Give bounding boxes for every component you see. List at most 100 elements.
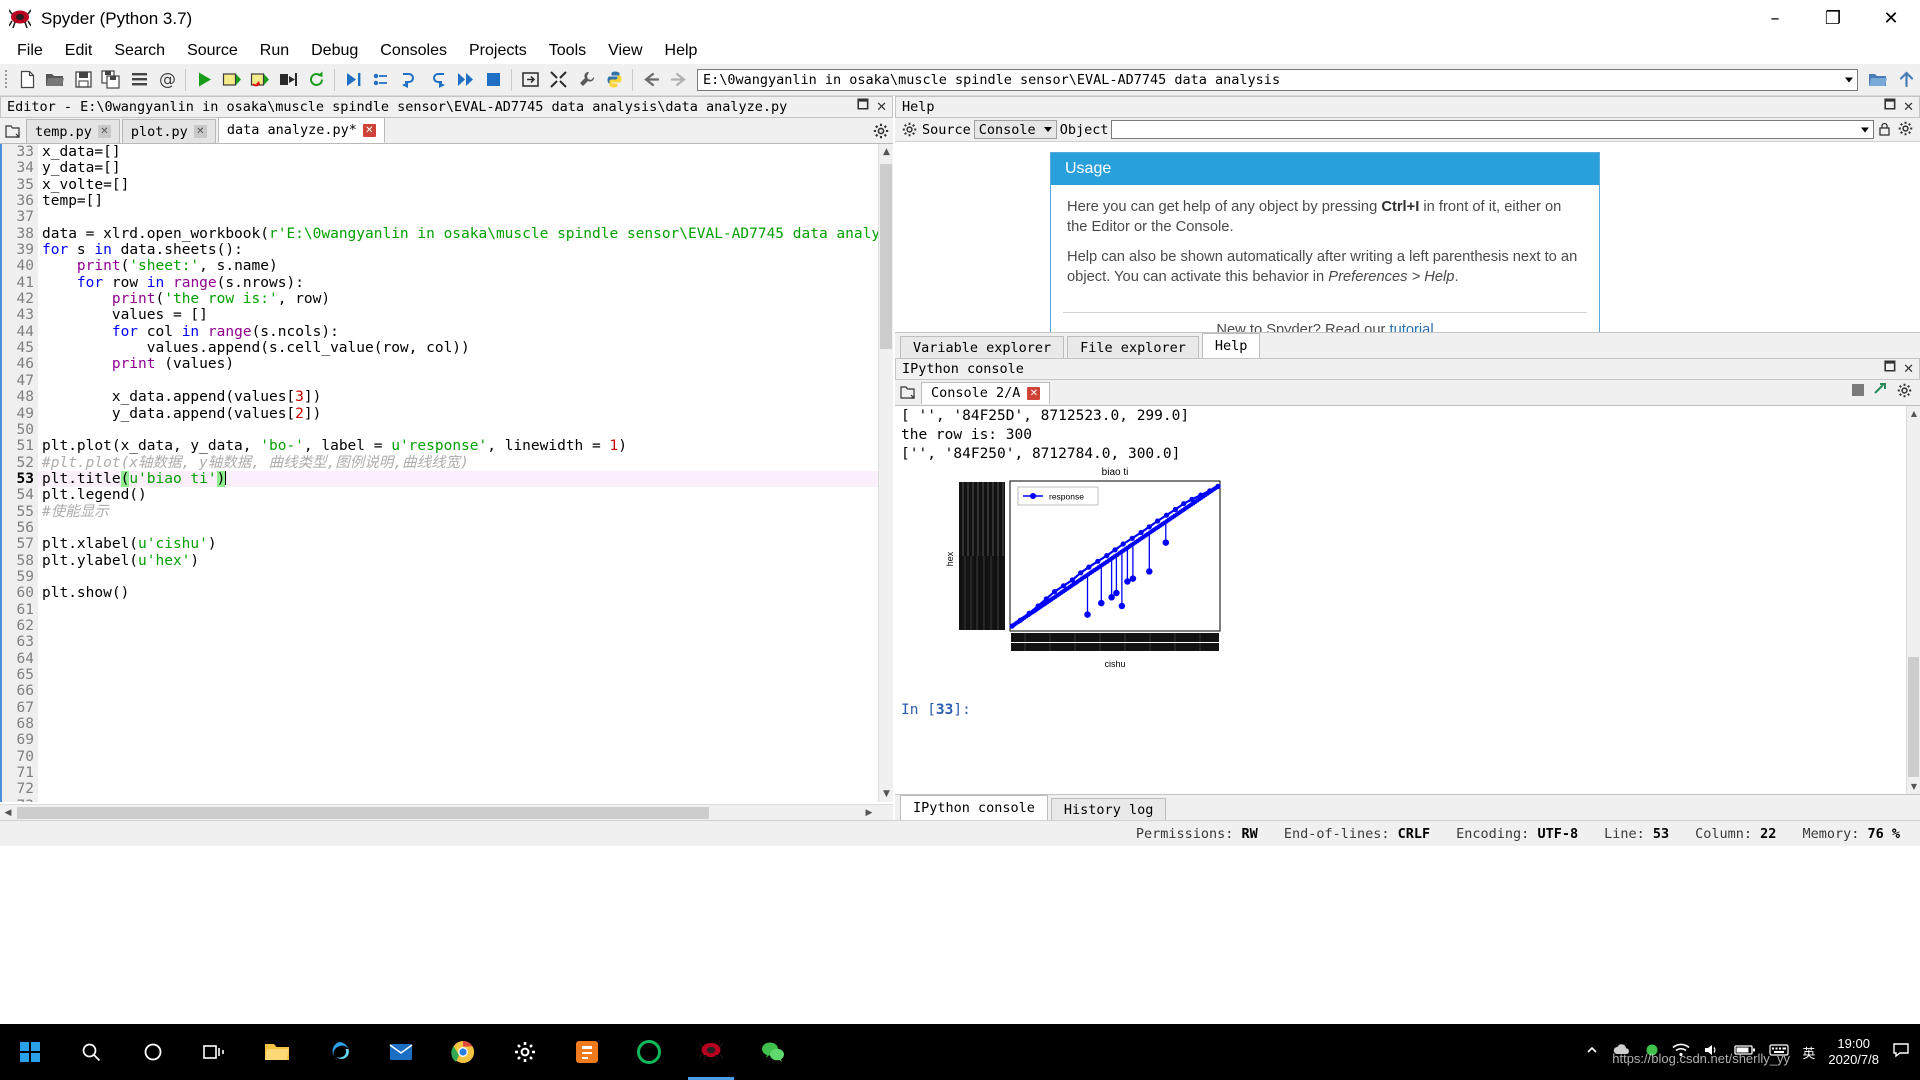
- scroll-left-icon[interactable]: ◀: [0, 805, 16, 821]
- scroll-down-icon[interactable]: ▼: [1907, 779, 1920, 794]
- mail-icon[interactable]: [370, 1024, 432, 1080]
- options-gear-icon[interactable]: [1898, 121, 1916, 139]
- settings-icon[interactable]: [494, 1024, 556, 1080]
- code-line[interactable]: 45 values.append(s.cell_value(row, col)): [2, 340, 893, 356]
- close-icon[interactable]: ✕: [1903, 362, 1914, 377]
- code-line[interactable]: 65: [2, 667, 893, 683]
- task-view-icon[interactable]: [184, 1024, 246, 1080]
- code-line[interactable]: 66: [2, 683, 893, 699]
- code-line[interactable]: 42 print('the row is:', row): [2, 291, 893, 307]
- menu-projects[interactable]: Projects: [458, 40, 538, 62]
- tab-variable-explorer[interactable]: Variable explorer: [900, 336, 1064, 358]
- editor-horizontal-scrollbar[interactable]: ◀ ▶: [0, 804, 893, 820]
- console-output[interactable]: [ '', '84F25D', 8712523.0, 299.0] the ro…: [895, 406, 1920, 794]
- code-line[interactable]: 73: [2, 798, 893, 802]
- menu-run[interactable]: Run: [249, 40, 300, 62]
- code-line[interactable]: 68: [2, 716, 893, 732]
- console-vertical-scrollbar[interactable]: ▲ ▼: [1906, 406, 1920, 794]
- menu-edit[interactable]: Edit: [54, 40, 104, 62]
- code-line[interactable]: 35x_volte=[]: [2, 177, 893, 193]
- browse-tabs-icon[interactable]: [895, 381, 921, 405]
- code-line[interactable]: 44 for col in range(s.ncols):: [2, 324, 893, 340]
- close-icon[interactable]: ✕: [363, 124, 376, 137]
- gear-icon[interactable]: [899, 120, 919, 140]
- code-editor[interactable]: 33x_data=[]34y_data=[]35x_volte=[]36temp…: [0, 144, 893, 802]
- scroll-right-icon[interactable]: ▶: [861, 805, 877, 821]
- editor-tab-plot-py[interactable]: plot.py ✕: [122, 119, 216, 143]
- code-line[interactable]: 54plt.legend(): [2, 487, 893, 503]
- notification-icon[interactable]: [1892, 1042, 1910, 1063]
- code-line[interactable]: 40 print('sheet:', s.name): [2, 258, 893, 274]
- close-icon[interactable]: ✕: [1903, 100, 1914, 115]
- pythonpath-icon[interactable]: [600, 66, 628, 94]
- back-arrow-icon[interactable]: [637, 66, 665, 94]
- code-line[interactable]: 69: [2, 732, 893, 748]
- scroll-down-icon[interactable]: ▼: [879, 786, 894, 802]
- tab-file-explorer[interactable]: File explorer: [1067, 336, 1199, 358]
- menu-source[interactable]: Source: [176, 40, 249, 62]
- windows-start-icon[interactable]: [0, 1024, 60, 1080]
- scroll-up-icon[interactable]: ▲: [1907, 406, 1920, 421]
- code-line[interactable]: 55#使能显示: [2, 504, 893, 520]
- connect-icon[interactable]: [1873, 383, 1889, 402]
- save-all-icon[interactable]: [97, 66, 125, 94]
- code-line[interactable]: 71: [2, 765, 893, 781]
- code-line[interactable]: 33x_data=[]: [2, 144, 893, 160]
- scrollbar-thumb[interactable]: [880, 164, 892, 349]
- save-file-icon[interactable]: [69, 66, 97, 94]
- code-line[interactable]: 51plt.plot(x_data, y_data, 'bo-', label …: [2, 438, 893, 454]
- code-line[interactable]: 58plt.ylabel(u'hex'): [2, 553, 893, 569]
- edge-icon[interactable]: [308, 1024, 370, 1080]
- close-icon[interactable]: ✕: [876, 100, 887, 115]
- find-symbol-icon[interactable]: @: [153, 66, 181, 94]
- code-line[interactable]: 37: [2, 209, 893, 225]
- chrome-icon[interactable]: [432, 1024, 494, 1080]
- tab-ipython-console[interactable]: IPython console: [900, 795, 1048, 820]
- menu-consoles[interactable]: Consoles: [369, 40, 458, 62]
- parent-dir-icon[interactable]: [1892, 66, 1920, 94]
- code-line[interactable]: 39for s in data.sheets():: [2, 242, 893, 258]
- editor-tab-temp-py[interactable]: temp.py ✕: [26, 119, 120, 143]
- gear-icon[interactable]: [869, 119, 893, 143]
- file-explorer-icon[interactable]: [246, 1024, 308, 1080]
- code-line[interactable]: 59: [2, 569, 893, 585]
- open-file-icon[interactable]: [41, 66, 69, 94]
- code-line[interactable]: 60plt.show(): [2, 585, 893, 601]
- re-run-icon[interactable]: [302, 66, 330, 94]
- toolbar-grip[interactable]: [3, 68, 10, 92]
- preferences-icon[interactable]: [572, 66, 600, 94]
- browse-tabs-icon[interactable]: [0, 119, 26, 143]
- spyder-taskbar-icon[interactable]: [680, 1024, 742, 1080]
- code-line[interactable]: 57plt.xlabel(u'cishu'): [2, 536, 893, 552]
- code-line[interactable]: 34y_data=[]: [2, 160, 893, 176]
- code-line[interactable]: 70: [2, 749, 893, 765]
- stop-icon[interactable]: [479, 66, 507, 94]
- menu-help[interactable]: Help: [654, 40, 709, 62]
- working-directory-combo[interactable]: E:\0wangyanlin in osaka\muscle spindle s…: [697, 69, 1858, 91]
- forward-arrow-icon[interactable]: [665, 66, 693, 94]
- code-line[interactable]: 50: [2, 422, 893, 438]
- help-object-input[interactable]: [1111, 120, 1874, 139]
- code-line[interactable]: 49 y_data.append(values[2]): [2, 406, 893, 422]
- code-line[interactable]: 61: [2, 602, 893, 618]
- app-green-icon[interactable]: [618, 1024, 680, 1080]
- run-selection-icon[interactable]: [274, 66, 302, 94]
- code-line[interactable]: 43 values = []: [2, 307, 893, 323]
- code-line[interactable]: 56: [2, 520, 893, 536]
- ime-indicator[interactable]: 英: [1802, 1043, 1815, 1062]
- code-line[interactable]: 48 x_data.append(values[3]): [2, 389, 893, 405]
- undock-icon[interactable]: 🗖: [1884, 96, 1896, 118]
- undock-icon[interactable]: 🗖: [1884, 358, 1896, 380]
- chevron-down-icon[interactable]: [1845, 77, 1853, 82]
- chevron-up-icon[interactable]: [1585, 1043, 1599, 1062]
- browse-folder-icon[interactable]: [1864, 66, 1892, 94]
- stop-icon[interactable]: [1851, 383, 1865, 402]
- tutorial-link[interactable]: tutorial: [1390, 322, 1434, 332]
- fullscreen-icon[interactable]: [544, 66, 572, 94]
- scrollbar-thumb[interactable]: [17, 807, 709, 819]
- console-tab[interactable]: Console 2/A ✕: [921, 382, 1050, 404]
- code-line[interactable]: 67: [2, 700, 893, 716]
- editor-vertical-scrollbar[interactable]: ▲ ▼: [878, 144, 893, 802]
- run-cell-icon[interactable]: [218, 66, 246, 94]
- close-icon[interactable]: ✕: [194, 125, 207, 138]
